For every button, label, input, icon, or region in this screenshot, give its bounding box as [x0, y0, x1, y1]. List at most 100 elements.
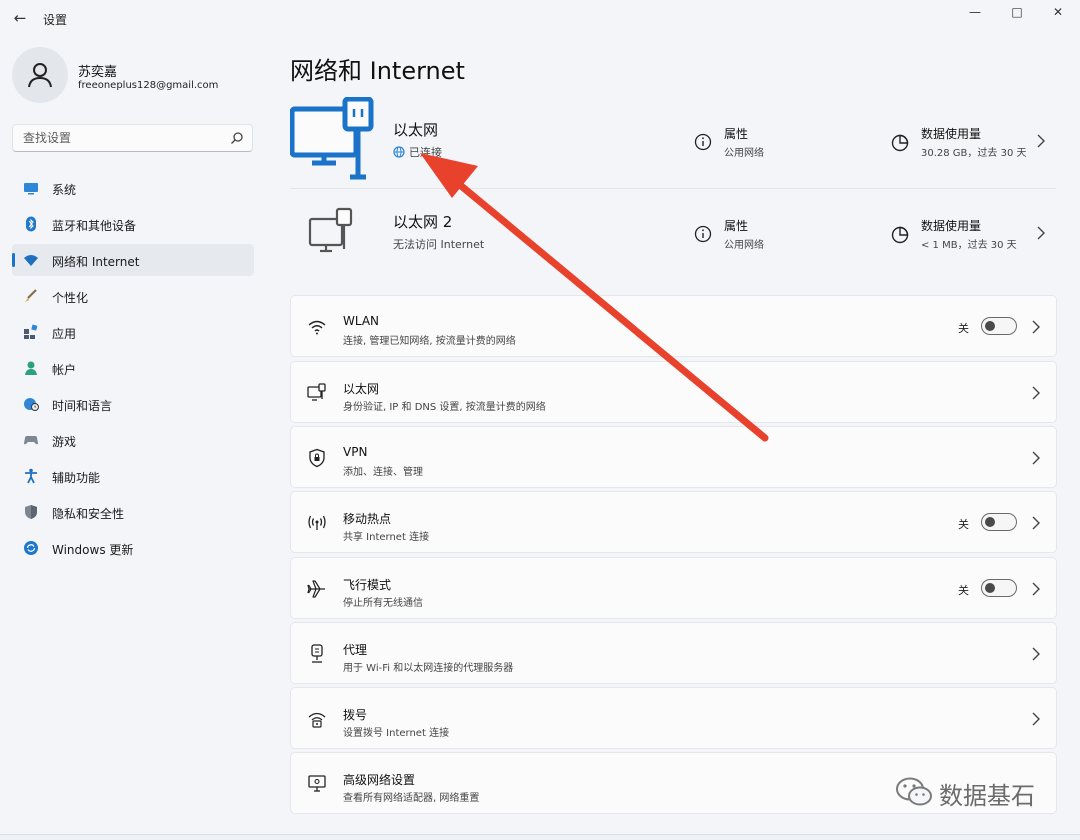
properties-title[interactable]: 属性 — [724, 217, 748, 234]
minimize-button[interactable]: — — [955, 3, 995, 21]
apps-icon — [24, 324, 38, 339]
info-icon — [694, 133, 712, 151]
ethernet-name: 以太网 — [393, 121, 439, 139]
ethernet-status: 已连接 — [393, 144, 442, 160]
search-icon[interactable] — [230, 131, 244, 145]
person-icon — [28, 63, 52, 88]
sidebar-item-bluetooth[interactable]: 蓝牙和其他设备 — [12, 208, 254, 240]
properties-subtitle: 公用网络 — [724, 240, 764, 251]
search-input[interactable] — [23, 129, 223, 147]
vpn-shield-icon — [309, 448, 325, 468]
airplane-mode-toggle[interactable] — [981, 579, 1017, 597]
sidebar-item-label: 时间和语言 — [52, 399, 113, 413]
back-button[interactable]: ← — [10, 8, 30, 28]
maximize-button[interactable]: □ — [997, 3, 1037, 21]
card-subtitle: 停止所有无线通信 — [343, 598, 423, 609]
ethernet-2-row[interactable]: 以太网 2 无法访问 Internet 属性 公用网络 数据使用量 < 1 MB… — [290, 188, 1056, 278]
chevron-right-icon[interactable] — [1030, 385, 1042, 401]
sidebar-item-windows-update[interactable]: Windows 更新 — [12, 532, 254, 564]
chevron-right-icon[interactable] — [1030, 711, 1042, 727]
ethernet-card[interactable]: 以太网 身份验证, IP 和 DNS 设置, 按流量计费的网络 — [290, 361, 1057, 423]
wlan-toggle[interactable] — [981, 317, 1017, 335]
sidebar-item-label: 游戏 — [52, 435, 77, 449]
app-title: 设置 — [43, 13, 68, 27]
sidebar-item-label: 系统 — [52, 183, 77, 197]
bluetooth-icon — [26, 216, 36, 232]
properties-title[interactable]: 属性 — [724, 125, 748, 142]
gamepad-icon — [24, 436, 38, 445]
hotspot-toggle[interactable] — [981, 513, 1017, 531]
ethernet-1-row[interactable]: 以太网 已连接 属性 公用网络 数据使用量 30.28 GB，过去 30 天 — [290, 97, 1056, 187]
sidebar-item-network[interactable]: 网络和 Internet — [12, 244, 254, 276]
sidebar-item-system[interactable]: 系统 — [12, 172, 254, 204]
proxy-card[interactable]: 代理 用于 Wi-Fi 和以太网连接的代理服务器 — [290, 622, 1057, 684]
shield-icon — [25, 505, 37, 519]
sidebar-item-accessibility[interactable]: 辅助功能 — [12, 460, 254, 492]
chevron-right-icon[interactable] — [1030, 646, 1042, 662]
title-bar: ← 设置 — □ ✕ — [0, 0, 1080, 36]
chevron-right-icon[interactable] — [1035, 133, 1047, 149]
card-subtitle: 查看所有网络适配器, 网络重置 — [343, 793, 480, 804]
sidebar-item-label: 隐私和安全性 — [52, 507, 125, 521]
wifi-icon — [308, 320, 326, 335]
airplane-icon — [307, 580, 325, 598]
card-subtitle: 身份验证, IP 和 DNS 设置, 按流量计费的网络 — [343, 402, 546, 413]
globe-clock-icon — [24, 398, 39, 411]
dialup-icon — [308, 712, 326, 728]
sidebar-item-privacy[interactable]: 隐私和安全性 — [12, 496, 254, 528]
ethernet-status-text: 已连接 — [409, 146, 442, 159]
chevron-right-icon[interactable] — [1030, 581, 1042, 597]
sidebar-item-label: 蓝牙和其他设备 — [52, 219, 137, 233]
card-subtitle: 添加、连接、管理 — [343, 467, 423, 478]
sidebar-item-label: 帐户 — [52, 363, 77, 377]
wlan-card[interactable]: WLAN 连接, 管理已知网络, 按流量计费的网络 关 — [290, 295, 1057, 357]
card-title: 移动热点 — [343, 512, 392, 526]
mobile-hotspot-card[interactable]: 移动热点 共享 Internet 连接 关 — [290, 491, 1057, 553]
chevron-right-icon[interactable] — [1030, 515, 1042, 531]
sidebar-item-gaming[interactable]: 游戏 — [12, 424, 254, 456]
vpn-card[interactable]: VPN 添加、连接、管理 — [290, 426, 1057, 488]
close-button[interactable]: ✕ — [1038, 3, 1078, 21]
sidebar-item-label: 个性化 — [52, 291, 89, 305]
chevron-right-icon[interactable] — [1030, 450, 1042, 466]
close-icon: ✕ — [1052, 5, 1064, 19]
wechat-icon — [896, 777, 932, 806]
card-title: 飞行模式 — [343, 578, 392, 592]
minimize-icon: — — [969, 5, 981, 19]
data-usage-title[interactable]: 数据使用量 — [921, 125, 981, 142]
sidebar-item-apps[interactable]: 应用 — [12, 316, 254, 348]
toggle-state-label: 关 — [958, 518, 969, 531]
data-usage-title[interactable]: 数据使用量 — [921, 217, 981, 234]
back-arrow-icon: ← — [13, 9, 27, 27]
pie-chart-icon — [891, 226, 909, 244]
monitor-icon — [24, 183, 38, 195]
sidebar-item-label: 网络和 Internet — [52, 255, 140, 269]
airplane-mode-card[interactable]: 飞行模式 停止所有无线通信 关 — [290, 557, 1057, 619]
ethernet-icon — [307, 383, 326, 401]
card-subtitle: 共享 Internet 连接 — [343, 532, 430, 543]
chevron-right-icon[interactable] — [1035, 225, 1047, 241]
brush-icon — [25, 289, 37, 302]
search-box[interactable] — [12, 124, 253, 152]
dialup-card[interactable]: 拨号 设置拨号 Internet 连接 — [290, 687, 1057, 749]
card-title: 代理 — [343, 643, 368, 657]
ethernet-disconnected-icon — [308, 207, 353, 253]
sidebar-item-label: 应用 — [52, 327, 77, 341]
toggle-state-label: 关 — [958, 584, 969, 597]
ethernet-name: 以太网 2 — [393, 213, 453, 231]
advanced-network-icon — [308, 775, 326, 792]
chevron-right-icon[interactable] — [1030, 319, 1042, 335]
sidebar-item-personalization[interactable]: 个性化 — [12, 280, 254, 312]
user-email: freeoneplus128@gmail.com — [78, 80, 219, 91]
wifi-icon — [24, 255, 38, 266]
card-subtitle: 连接, 管理已知网络, 按流量计费的网络 — [343, 336, 516, 347]
ethernet-connected-icon — [290, 97, 374, 180]
sidebar-item-label: Windows 更新 — [52, 543, 134, 557]
card-subtitle: 用于 Wi-Fi 和以太网连接的代理服务器 — [343, 663, 514, 674]
hotspot-icon — [308, 515, 326, 530]
avatar[interactable] — [12, 47, 68, 103]
ethernet-status: 无法访问 Internet — [393, 238, 485, 251]
sidebar-item-time-language[interactable]: 时间和语言 — [12, 388, 254, 420]
sidebar-item-accounts[interactable]: 帐户 — [12, 352, 254, 384]
update-icon — [24, 541, 38, 555]
